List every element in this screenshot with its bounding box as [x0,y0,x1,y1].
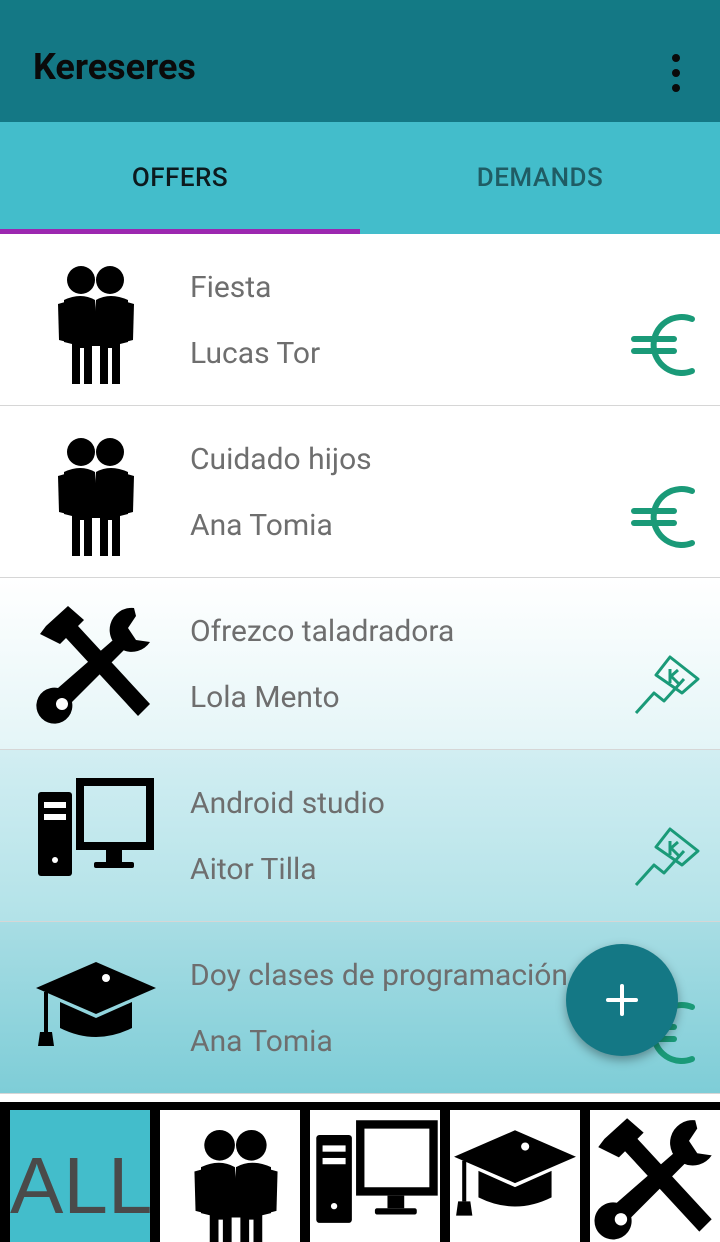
item-user: Ana Tomia [190,508,333,543]
tab-bar: OFFERS DEMANDS [0,122,720,234]
item-title: Android studio [190,786,385,821]
tab-demands[interactable]: DEMANDS [360,122,720,234]
item-user: Aitor Tilla [190,852,317,887]
euro-icon [630,309,702,381]
item-title: Doy clases de programación [190,958,568,993]
category-computer-button[interactable] [310,1110,440,1242]
item-user: Lola Mento [190,680,340,715]
computer-icon [310,1114,440,1242]
tools-icon [32,600,160,728]
euro-icon [630,481,702,553]
barter-icon [630,825,702,897]
category-tools-button[interactable] [590,1110,720,1242]
graduation-cap-icon [450,1112,580,1242]
list-item[interactable]: Ofrezco taladradora Lola Mento [0,578,720,750]
item-title: Cuidado hijos [190,442,372,477]
tab-offers[interactable]: OFFERS [0,122,360,234]
computer-icon [32,772,160,900]
status-bar [0,0,720,10]
app-bar: Kereseres [0,10,720,122]
people-icon [32,256,160,384]
plus-icon [606,984,638,1016]
category-all-label: ALL [10,1141,150,1230]
list-item[interactable]: Fiesta Lucas Tor [0,234,720,406]
barter-icon [630,653,702,725]
people-icon [166,1114,300,1242]
add-button[interactable] [566,944,678,1056]
category-education-button[interactable] [450,1110,580,1242]
list-item[interactable]: Cuidado hijos Ana Tomia [0,406,720,578]
list-item[interactable]: Android studio Aitor Tilla [0,750,720,922]
category-people-button[interactable] [160,1110,300,1242]
item-user: Ana Tomia [190,1024,333,1059]
item-title: Fiesta [190,270,272,305]
category-bar: ALL [0,1102,720,1242]
people-icon [32,428,160,556]
tools-icon [590,1112,720,1242]
graduation-cap-icon [32,944,160,1072]
category-all-button[interactable]: ALL [10,1110,150,1242]
app-title: Kereseres [33,46,196,88]
item-title: Ofrezco taladradora [190,614,455,649]
more-vert-icon[interactable] [660,48,692,98]
item-user: Lucas Tor [190,336,321,371]
